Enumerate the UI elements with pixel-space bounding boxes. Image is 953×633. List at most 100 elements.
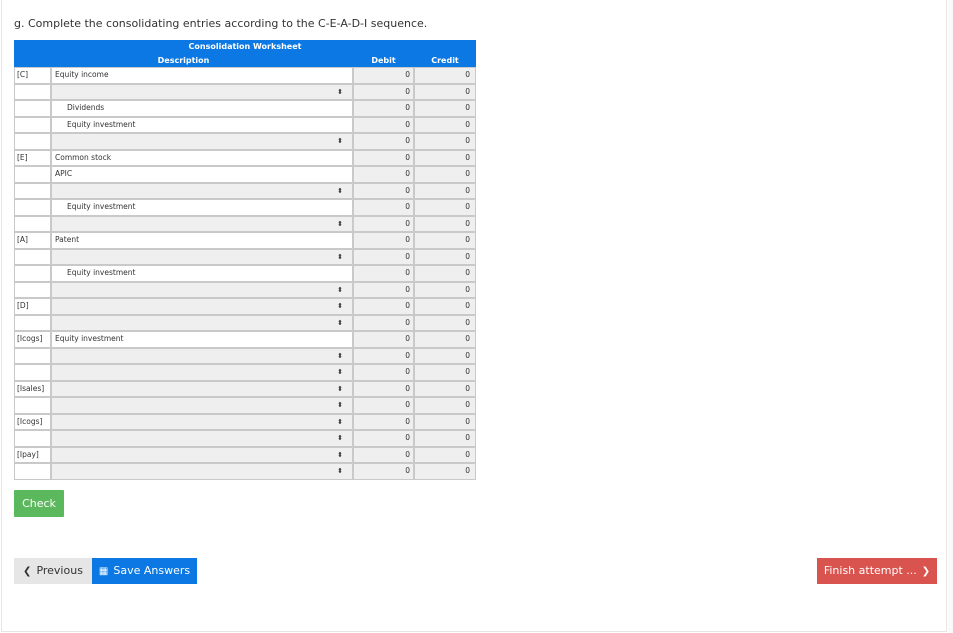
credit-input[interactable]: 0 <box>414 182 476 199</box>
worksheet-row: APIC 0 0 <box>14 166 476 183</box>
credit-input[interactable]: 0 <box>414 67 476 84</box>
worksheet-row: [Ipay] ⬍ 0 0 <box>14 446 476 463</box>
credit-input[interactable]: 0 <box>414 413 476 430</box>
credit-input[interactable]: 0 <box>414 232 476 249</box>
entry-code-cell <box>14 182 51 199</box>
account-name: Equity investment <box>67 119 136 129</box>
check-button[interactable]: Check <box>14 490 64 517</box>
credit-input[interactable]: 0 <box>414 430 476 447</box>
account-label: Equity investment <box>51 265 353 282</box>
credit-input[interactable]: 0 <box>414 347 476 364</box>
worksheet-row: [A] Patent 0 0 <box>14 232 476 249</box>
account-select[interactable]: ⬍ <box>51 133 353 150</box>
account-select[interactable]: ⬍ <box>51 83 353 100</box>
credit-input[interactable]: 0 <box>414 248 476 265</box>
credit-input[interactable]: 0 <box>414 166 476 183</box>
debit-input[interactable]: 0 <box>353 364 414 381</box>
account-select[interactable]: ⬍ <box>51 430 353 447</box>
previous-button[interactable]: ❮ Previous <box>14 558 92 584</box>
worksheet-row: ⬍ 0 0 <box>14 397 476 414</box>
entry-code-cell <box>14 116 51 133</box>
debit-input[interactable]: 0 <box>353 298 414 315</box>
credit-input[interactable]: 0 <box>414 364 476 381</box>
debit-input[interactable]: 0 <box>353 232 414 249</box>
account-select[interactable]: ⬍ <box>51 347 353 364</box>
debit-input[interactable]: 0 <box>353 380 414 397</box>
entry-code-cell <box>14 83 51 100</box>
account-label: Equity income <box>51 67 353 84</box>
account-select[interactable]: ⬍ <box>51 281 353 298</box>
account-select[interactable]: ⬍ <box>51 298 353 315</box>
debit-input[interactable]: 0 <box>353 347 414 364</box>
account-select[interactable]: ⬍ <box>51 380 353 397</box>
account-select[interactable]: ⬍ <box>51 364 353 381</box>
account-select[interactable]: ⬍ <box>51 397 353 414</box>
credit-input[interactable]: 0 <box>414 463 476 480</box>
entry-code-cell <box>14 314 51 331</box>
credit-input[interactable]: 0 <box>414 331 476 348</box>
entry-code-cell: [Ipay] <box>14 446 51 463</box>
debit-input[interactable]: 0 <box>353 397 414 414</box>
credit-input[interactable]: 0 <box>414 215 476 232</box>
debit-input[interactable]: 0 <box>353 413 414 430</box>
debit-input[interactable]: 0 <box>353 248 414 265</box>
entry-code-cell <box>14 364 51 381</box>
debit-input[interactable]: 0 <box>353 281 414 298</box>
debit-input[interactable]: 0 <box>353 100 414 117</box>
worksheet-row: ⬍ 0 0 <box>14 347 476 364</box>
account-select[interactable]: ⬍ <box>51 413 353 430</box>
sort-arrows-icon: ⬍ <box>337 302 343 310</box>
entry-code-cell <box>14 430 51 447</box>
account-select[interactable]: ⬍ <box>51 182 353 199</box>
account-select[interactable]: ⬍ <box>51 215 353 232</box>
worksheet-row: ⬍ 0 0 <box>14 133 476 150</box>
worksheet-row: Dividends 0 0 <box>14 100 476 117</box>
previous-label: Previous <box>36 564 83 577</box>
debit-input[interactable]: 0 <box>353 265 414 282</box>
sort-arrows-icon: ⬍ <box>337 401 343 409</box>
debit-input[interactable]: 0 <box>353 463 414 480</box>
debit-input[interactable]: 0 <box>353 116 414 133</box>
account-select[interactable]: ⬍ <box>51 314 353 331</box>
finish-attempt-button[interactable]: Finish attempt ... ❯ <box>817 558 937 584</box>
debit-input[interactable]: 0 <box>353 166 414 183</box>
floppy-disk-icon: ▦ <box>98 566 109 577</box>
debit-input[interactable]: 0 <box>353 314 414 331</box>
credit-input[interactable]: 0 <box>414 83 476 100</box>
account-select[interactable]: ⬍ <box>51 248 353 265</box>
account-name: Common stock <box>55 152 112 162</box>
debit-input[interactable]: 0 <box>353 199 414 216</box>
scrollbar[interactable] <box>948 0 953 633</box>
entry-code-cell: [A] <box>14 232 51 249</box>
account-select[interactable]: ⬍ <box>51 446 353 463</box>
sort-arrows-icon: ⬍ <box>337 467 343 475</box>
credit-input[interactable]: 0 <box>414 116 476 133</box>
chevron-right-circle-icon: ❯ <box>921 566 931 577</box>
account-select[interactable]: ⬍ <box>51 463 353 480</box>
credit-input[interactable]: 0 <box>414 100 476 117</box>
debit-input[interactable]: 0 <box>353 430 414 447</box>
sort-arrows-icon: ⬍ <box>337 351 343 360</box>
save-answers-button[interactable]: ▦ Save Answers <box>92 558 197 584</box>
credit-input[interactable]: 0 <box>414 446 476 463</box>
debit-input[interactable]: 0 <box>353 215 414 232</box>
credit-input[interactable]: 0 <box>414 149 476 166</box>
debit-input[interactable]: 0 <box>353 83 414 100</box>
credit-input[interactable]: 0 <box>414 380 476 397</box>
debit-input[interactable]: 0 <box>353 446 414 463</box>
credit-input[interactable]: 0 <box>414 133 476 150</box>
chevron-left-circle-icon: ❮ <box>23 566 32 577</box>
debit-input[interactable]: 0 <box>353 182 414 199</box>
entry-code-cell: [E] <box>14 149 51 166</box>
credit-input[interactable]: 0 <box>414 314 476 331</box>
debit-input[interactable]: 0 <box>353 133 414 150</box>
credit-input[interactable]: 0 <box>414 281 476 298</box>
credit-input[interactable]: 0 <box>414 265 476 282</box>
debit-input[interactable]: 0 <box>353 149 414 166</box>
credit-input[interactable]: 0 <box>414 199 476 216</box>
debit-input[interactable]: 0 <box>353 67 414 84</box>
credit-input[interactable]: 0 <box>414 397 476 414</box>
entry-code-cell: [C] <box>14 67 51 84</box>
credit-input[interactable]: 0 <box>414 298 476 315</box>
debit-input[interactable]: 0 <box>353 331 414 348</box>
